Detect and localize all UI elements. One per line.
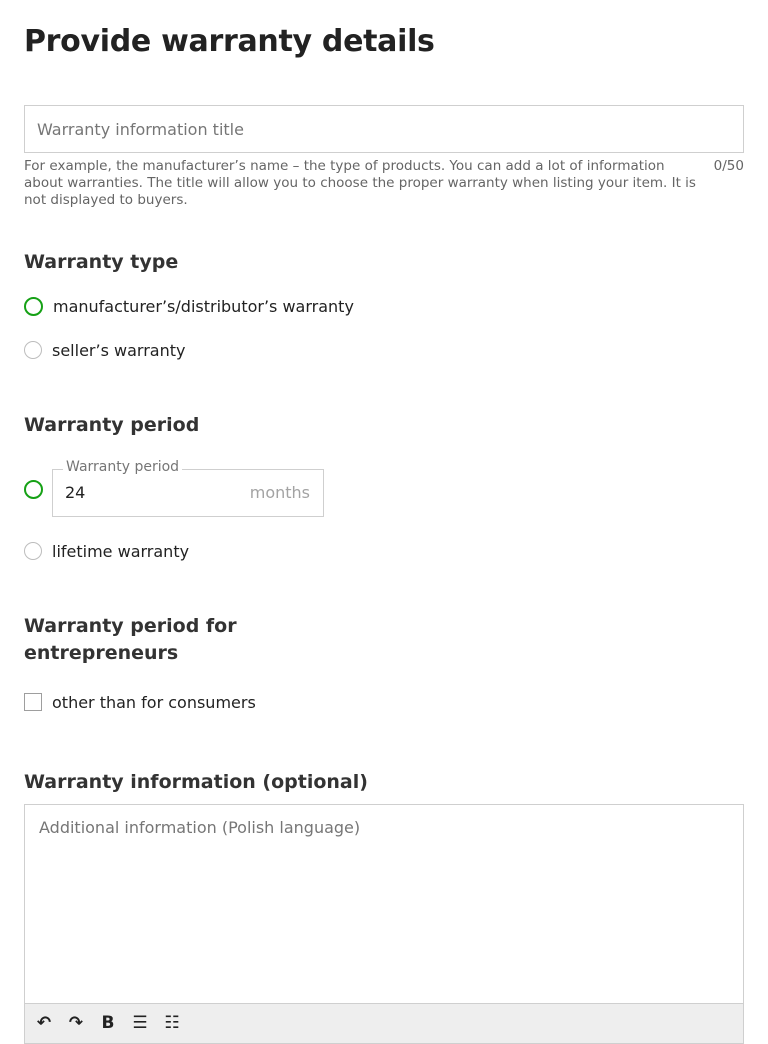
undo-icon[interactable]: ↶ [31,1010,57,1036]
checkbox-icon[interactable] [24,693,42,711]
warranty-info-heading: Warranty information (optional) [24,771,368,793]
checkbox-other-than-consumers[interactable]: other than for consumers [24,691,256,713]
character-counter: 0/50 [713,158,744,174]
radio-label: seller’s warranty [52,340,186,360]
bullet-list-icon[interactable]: ☰ [127,1010,153,1036]
warranty-period-heading: Warranty period [24,414,200,436]
radio-lifetime-warranty[interactable]: lifetime warranty [24,540,189,562]
warranty-period-input[interactable]: 24 [65,483,85,502]
radio-label: lifetime warranty [52,541,190,561]
warranty-period-field[interactable]: Warranty period 24 months [52,459,324,517]
entrepreneurs-heading: Warranty period for entrepreneurs [24,613,237,667]
warranty-period-field-label: Warranty period [63,459,183,475]
entrepreneurs-heading-line1: Warranty period for [24,615,237,637]
warranty-info-editor[interactable]: Additional information (Polish language)… [24,804,744,1044]
editor-placeholder: Additional information (Polish language) [39,818,361,837]
radio-period-months[interactable] [24,480,43,499]
radio-label: manufacturer’s/distributor’s warranty [53,296,354,316]
months-unit: months [249,483,310,502]
checkbox-label: other than for consumers [52,692,256,712]
title-helper-text: For example, the manufacturer’s name – t… [24,158,696,208]
radio-icon[interactable] [24,341,42,359]
radio-icon[interactable] [24,296,43,316]
radio-manufacturer-warranty[interactable]: manufacturer’s/distributor’s warranty [24,295,354,317]
radio-icon[interactable] [24,542,42,560]
redo-icon[interactable]: ↷ [63,1010,89,1036]
entrepreneurs-heading-line2: entrepreneurs [24,642,179,664]
warranty-type-heading: Warranty type [24,251,179,273]
numbered-list-icon[interactable]: ☷ [159,1010,185,1036]
page-title: Provide warranty details [24,24,435,59]
radio-seller-warranty[interactable]: seller’s warranty [24,339,185,361]
warranty-title-input[interactable] [24,105,744,153]
bold-button[interactable]: B [95,1010,121,1036]
editor-toolbar: ↶ ↷ B ☰ ☷ [25,1003,743,1043]
